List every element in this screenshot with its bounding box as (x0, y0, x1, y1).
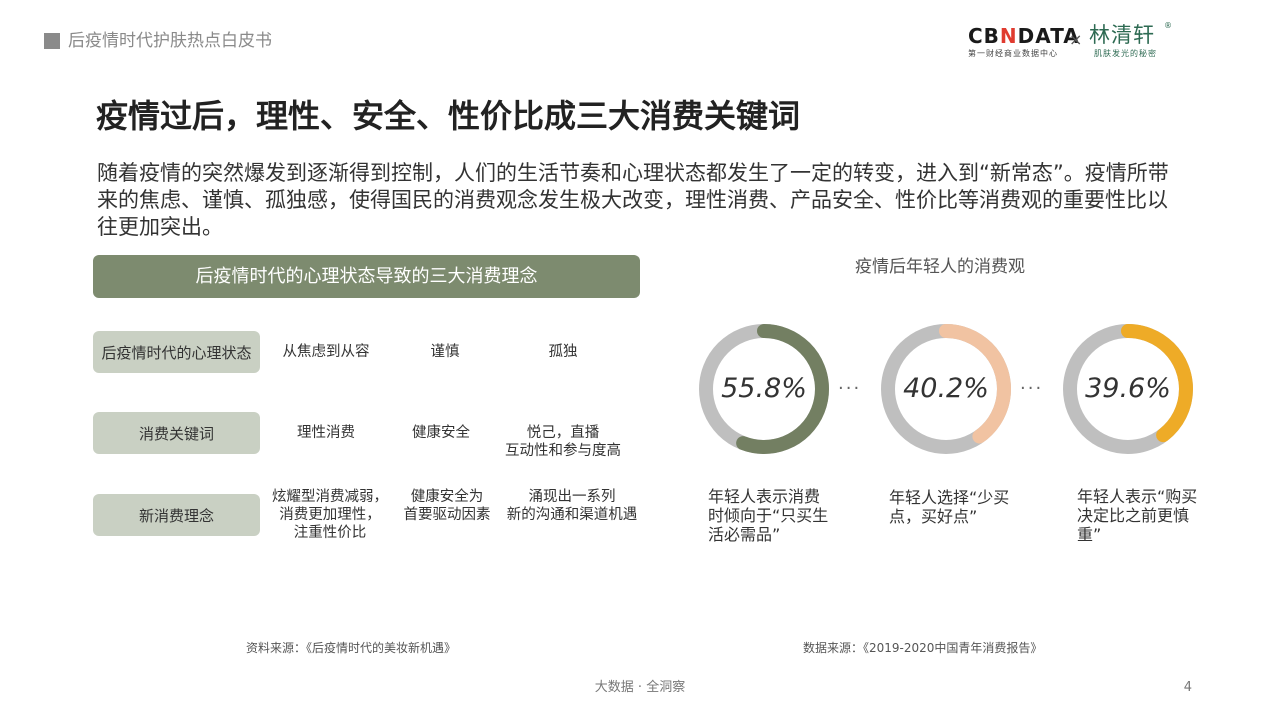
cbndata-logo-subtitle: 第一财经商业数据中心 (968, 49, 1058, 58)
page-title: 疫情过后，理性、安全、性价比成三大消费关键词 (96, 97, 801, 135)
ring-value-2: 40.2% (903, 373, 989, 404)
report-title: 后疫情时代护肤热点白皮书 (68, 31, 272, 51)
cell-concept-2: 健康安全为 首要驱动因素 (403, 489, 491, 523)
table-source: 资料来源：《后疫情时代的美妆新机遇》 (246, 641, 457, 655)
separator-dots: ··· (838, 378, 862, 399)
row-label-keywords: 消费关键词 (93, 412, 260, 454)
separator-dots: ··· (1020, 378, 1044, 399)
consumption-title: 疫情后年轻人的消费观 (855, 257, 1025, 277)
cell-mental-3: 孤独 (548, 344, 578, 360)
logo-times-sign: × (1069, 30, 1083, 49)
ring-caption-1: 年轻人表示消费时倾向于“只买生活必需品” (708, 487, 829, 544)
linqingxuan-logo: 林清轩 (1089, 23, 1155, 47)
footer-tagline: 大数据 · 全洞察 (594, 680, 686, 695)
registered-mark: ® (1164, 21, 1172, 30)
row-label-mental-state: 后疫情时代的心理状态 (93, 331, 260, 373)
ring-value-1: 55.8% (721, 373, 807, 404)
ring-caption-3: 年轻人表示“购买决定比之前更慎重” (1077, 487, 1198, 544)
cell-keyword-3: 悦己，直播 互动性和参与度高 (505, 425, 621, 459)
row-label-new-concept: 新消费理念 (93, 494, 260, 536)
consumption-source: 数据来源：《2019-2020中国青年消费报告》 (803, 641, 1043, 655)
page-number: 4 (1183, 680, 1192, 695)
ring-value-3: 39.6% (1085, 373, 1171, 404)
linqingxuan-logo-subtitle: 肌肤发光的秘密 (1094, 49, 1157, 58)
header-square-marker (44, 33, 60, 49)
ring-caption-2: 年轻人选择“少买点，买好点” (889, 488, 1010, 526)
cell-concept-3: 涌现出一系列 新的沟通和渠道机遇 (506, 489, 638, 523)
table-banner: 后疫情时代的心理状态导致的三大消费理念 (93, 255, 640, 298)
intro-paragraph: 随着疫情的突然爆发到逐渐得到控制，人们的生活节奏和心理状态都发生了一定的转变，进… (97, 161, 1169, 239)
cbndata-logo: CBNDATA (968, 24, 1080, 48)
